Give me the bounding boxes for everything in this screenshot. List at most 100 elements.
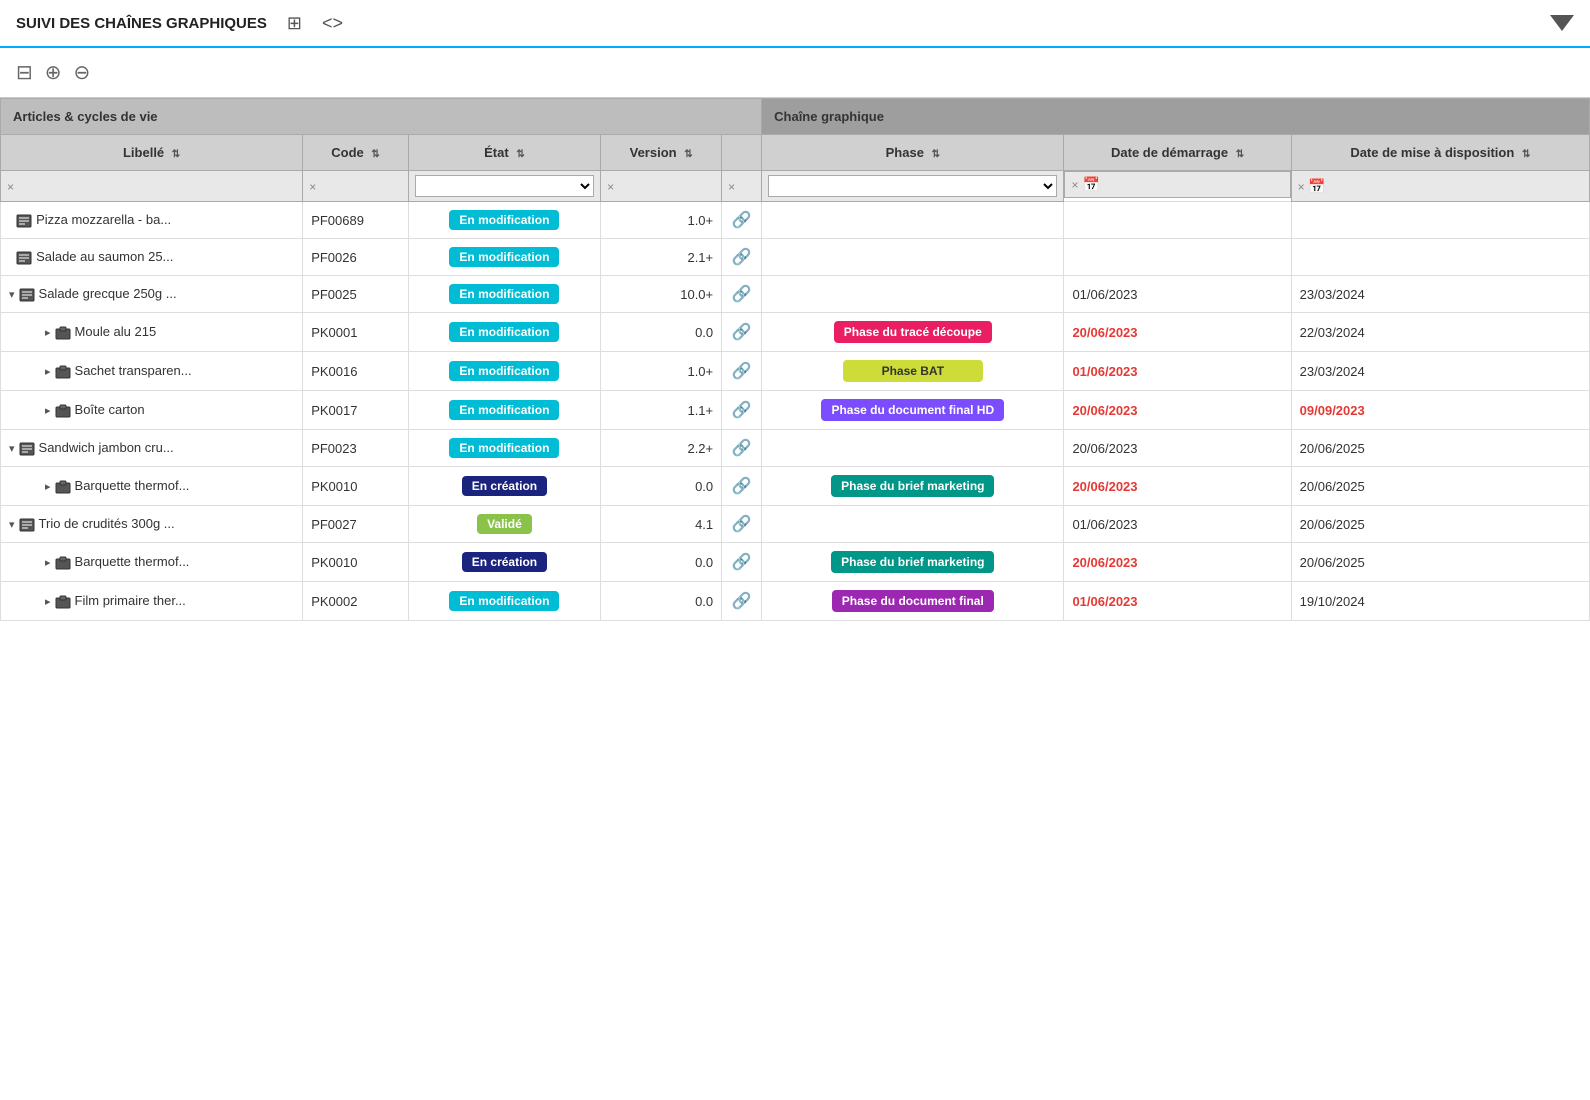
code-cell: PF0023 [303,430,409,467]
filter-code-cell: × [303,171,409,202]
calendar-dem-icon[interactable]: 📅 [1082,176,1099,193]
link-cell[interactable]: 🔗 [722,543,762,582]
col-code[interactable]: Code ⇅ [303,135,409,171]
link-icon[interactable]: 🔗 [732,324,752,341]
clear-link-filter[interactable]: × [728,180,735,194]
col-date-demarrage[interactable]: Date de démarrage ⇅ [1064,135,1291,171]
date-demarrage-cell: 01/06/2023 [1064,506,1291,543]
date-demarrage-cell: 20/06/2023 [1064,467,1291,506]
phase-cell [762,430,1064,467]
link-icon[interactable]: 🔗 [732,593,752,610]
sort-etat-icon: ⇅ [516,149,524,160]
expand-btn[interactable]: ▸ [45,480,51,493]
version-cell: 0.0 [601,582,722,621]
sort-phase-icon: ⇅ [932,149,940,160]
link-cell[interactable]: 🔗 [722,313,762,352]
date-mise-cell: 23/03/2024 [1291,276,1589,313]
main-table: Articles & cycles de vie Chaîne graphiqu… [0,98,1590,621]
etat-filter-select[interactable] [415,175,594,197]
grid-icon[interactable]: ⊞ [287,13,302,34]
sort-version-icon: ⇅ [684,149,692,160]
collapse-icon[interactable]: ⊟ [16,60,33,85]
phase-cell: Phase du brief marketing [762,467,1064,506]
link-cell[interactable]: 🔗 [722,582,762,621]
link-cell[interactable]: 🔗 [722,202,762,239]
expand-btn[interactable]: ▸ [45,595,51,608]
col-version[interactable]: Version ⇅ [601,135,722,171]
libelle-cell: ▾Trio de crudités 300g ... [1,506,303,543]
etat-badge: En modification [449,400,559,420]
phase-badge: Phase du brief marketing [831,475,994,497]
libelle-cell: ▸Film primaire ther... [1,582,303,621]
libelle-text: Barquette thermof... [75,554,190,569]
date-demarrage-cell [1064,239,1291,276]
table-row: Salade au saumon 25... PF0026 En modific… [1,239,1590,276]
table-row: ▸Barquette thermof... PK0010 En création… [1,543,1590,582]
expand-btn[interactable]: ▾ [9,518,15,531]
clear-date-dem-filter[interactable]: × [1071,178,1078,192]
expand-btn[interactable]: ▾ [9,288,15,301]
link-icon[interactable]: 🔗 [732,286,752,303]
expand-btn[interactable]: ▸ [45,326,51,339]
expand-up-icon[interactable]: ⊖ [74,60,91,85]
phase-cell [762,506,1064,543]
link-icon[interactable]: 🔗 [732,554,752,571]
phase-badge: Phase du document final [832,590,994,612]
table-row: ▾Salade grecque 250g ... PF0025 En modif… [1,276,1590,313]
phase-badge: Phase du brief marketing [831,551,994,573]
app-header: SUIVI DES CHAÎNES GRAPHIQUES ⊞ <> [0,0,1590,48]
expand-btn[interactable]: ▸ [45,404,51,417]
clear-libelle-filter[interactable]: × [7,180,14,194]
link-icon[interactable]: 🔗 [732,440,752,457]
version-cell: 0.0 [601,543,722,582]
expand-down-icon[interactable]: ⊕ [45,60,62,85]
code-icon[interactable]: <> [322,13,343,34]
libelle-cell: ▸ Boîte carton [1,391,303,430]
link-cell[interactable]: 🔗 [722,239,762,276]
filter-row: × × × × [1,171,1590,202]
link-icon[interactable]: 🔗 [732,249,752,266]
version-cell: 2.2+ [601,430,722,467]
date-mise-cell: 09/09/2023 [1291,391,1589,430]
clear-date-mise-filter[interactable]: × [1298,180,1305,194]
libelle-text: Boîte carton [75,402,145,417]
etat-cell: En modification [408,391,600,430]
date-demarrage-cell: 20/06/2023 [1064,430,1291,467]
link-cell[interactable]: 🔗 [722,506,762,543]
clear-code-filter[interactable]: × [309,180,316,194]
libelle-text: Salade au saumon 25... [36,249,173,264]
link-cell[interactable]: 🔗 [722,352,762,391]
link-cell[interactable]: 🔗 [722,430,762,467]
col-libelle[interactable]: Libellé ⇅ [1,135,303,171]
table-body: Pizza mozzarella - ba... PF00689 En modi… [1,202,1590,621]
phase-filter-select[interactable] [768,175,1057,197]
link-icon[interactable]: 🔗 [732,363,752,380]
link-cell[interactable]: 🔗 [722,467,762,506]
col-date-mise[interactable]: Date de mise à disposition ⇅ [1291,135,1589,171]
libelle-cell: Pizza mozzarella - ba... [1,202,303,239]
etat-badge: En modification [449,322,559,342]
code-cell: PF00689 [303,202,409,239]
filter-version-cell: × [601,171,722,202]
link-cell[interactable]: 🔗 [722,276,762,313]
col-etat[interactable]: État ⇅ [408,135,600,171]
col-phase[interactable]: Phase ⇅ [762,135,1064,171]
table-row: ▾Trio de crudités 300g ... PF0027 Validé… [1,506,1590,543]
date-demarrage-cell: 01/06/2023 [1064,582,1291,621]
link-icon[interactable]: 🔗 [732,402,752,419]
link-icon[interactable]: 🔗 [732,212,752,229]
phase-cell: Phase BAT [762,352,1064,391]
expand-btn[interactable]: ▸ [45,556,51,569]
group-header-row: Articles & cycles de vie Chaîne graphiqu… [1,99,1590,135]
expand-btn[interactable]: ▾ [9,442,15,455]
link-icon[interactable]: 🔗 [732,478,752,495]
calendar-mise-icon[interactable]: 📅 [1308,178,1325,194]
etat-badge: En modification [449,438,559,458]
code-cell: PK0016 [303,352,409,391]
link-cell[interactable]: 🔗 [722,391,762,430]
etat-cell: En modification [408,430,600,467]
col-link [722,135,762,171]
expand-btn[interactable]: ▸ [45,365,51,378]
link-icon[interactable]: 🔗 [732,516,752,533]
clear-version-filter[interactable]: × [607,180,614,194]
